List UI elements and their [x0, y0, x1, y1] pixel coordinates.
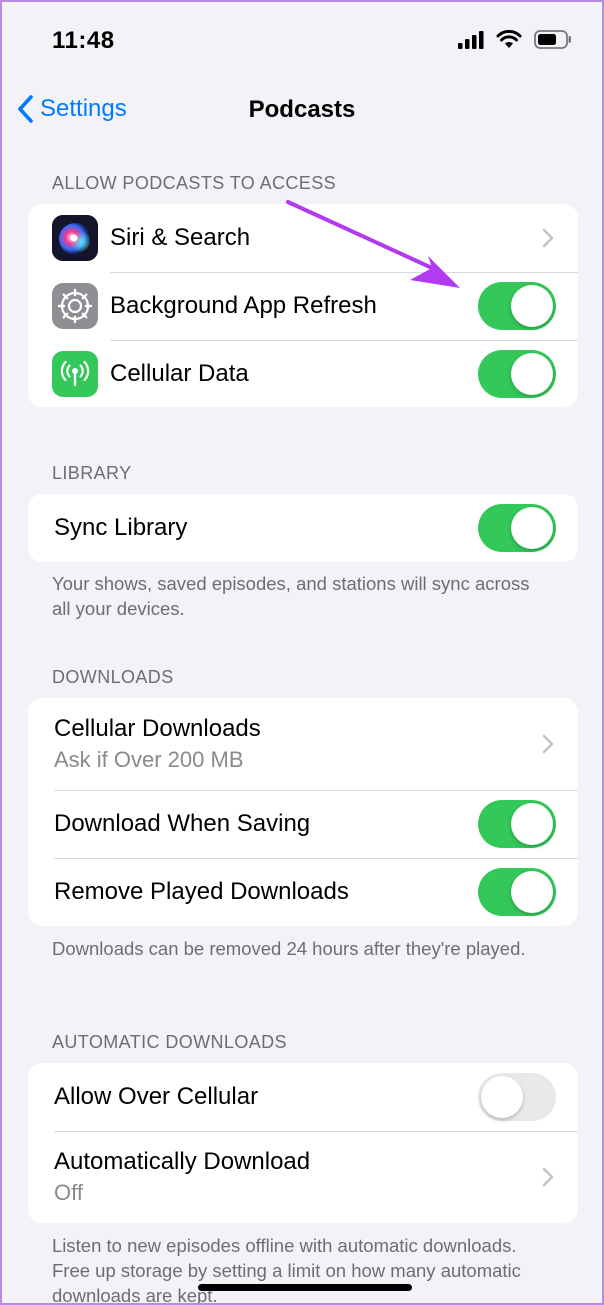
cellular-downloads-text: Cellular Downloads Ask if Over 200 MB	[54, 715, 261, 773]
sync-library-row: Sync Library	[28, 494, 578, 562]
cellular-data-row: Cellular Data	[28, 340, 578, 407]
section-header-automatic-downloads: AUTOMATIC DOWNLOADS	[52, 1032, 287, 1052]
battery-icon	[534, 30, 571, 49]
background-app-refresh-toggle[interactable]	[478, 282, 556, 330]
downloads-group: Cellular Downloads Ask if Over 200 MB Do…	[28, 698, 578, 926]
allow-over-cellular-label: Allow Over Cellular	[54, 1083, 259, 1110]
chevron-right-icon	[542, 1167, 554, 1187]
background-app-refresh-label: Background App Refresh	[110, 292, 377, 319]
automatically-download-text: Automatically Download Off	[54, 1148, 310, 1206]
page-title: Podcasts	[248, 96, 356, 123]
siri-search-label: Siri & Search	[110, 224, 251, 251]
navigation-bar: Settings Podcasts	[2, 82, 602, 138]
sync-library-label: Sync Library	[54, 514, 188, 541]
antenna-icon	[52, 350, 98, 397]
cellular-data-toggle[interactable]	[478, 349, 556, 398]
download-when-saving-row: Download When Saving	[28, 790, 578, 858]
status-time: 11:48	[52, 27, 115, 54]
annotation-arrow-icon	[286, 200, 460, 288]
sync-library-toggle[interactable]	[478, 504, 556, 552]
section-header-library: LIBRARY	[52, 463, 132, 483]
remove-played-downloads-toggle[interactable]	[478, 868, 556, 916]
cellular-signal-icon	[458, 30, 484, 49]
status-bar: 11:48	[2, 2, 602, 82]
cellular-downloads-row[interactable]: Cellular Downloads Ask if Over 200 MB	[28, 698, 578, 790]
status-icons	[458, 30, 572, 49]
downloads-footer-note: Downloads can be removed 24 hours after …	[52, 938, 526, 959]
cellular-downloads-label: Cellular Downloads	[54, 715, 261, 742]
remove-played-downloads-label: Remove Played Downloads	[54, 878, 349, 905]
automatically-download-label: Automatically Download	[54, 1148, 311, 1175]
section-header-access: ALLOW PODCASTS TO ACCESS	[52, 173, 337, 193]
library-group: Sync Library	[28, 494, 578, 562]
cellular-data-label: Cellular Data	[110, 359, 249, 387]
download-when-saving-label: Download When Saving	[54, 810, 311, 837]
allow-over-cellular-row: Allow Over Cellular	[28, 1063, 578, 1131]
automatically-download-value: Off	[54, 1180, 83, 1205]
remove-played-downloads-text: Remove Played Downloads	[54, 878, 349, 906]
cellular-downloads-value: Ask if Over 200 MB	[54, 747, 244, 772]
podcasts-settings-screen: 11:48 Settings Podcasts ALLOW PODCASTS T…	[0, 0, 604, 1305]
section-header-downloads: DOWNLOADS	[52, 667, 174, 687]
automatically-download-row[interactable]: Automatically Download Off	[28, 1131, 578, 1223]
download-when-saving-toggle[interactable]	[478, 800, 556, 848]
chevron-right-icon	[542, 228, 554, 248]
wifi-icon	[496, 30, 522, 48]
remove-played-downloads-row: Remove Played Downloads	[28, 858, 578, 926]
automatic-downloads-footer-note: Listen to new episodes offline with auto…	[52, 1235, 521, 1305]
sync-library-text: Sync Library	[54, 514, 187, 542]
automatic-downloads-group: Allow Over Cellular Automatically Downlo…	[28, 1063, 578, 1223]
home-indicator	[198, 1284, 412, 1291]
allow-over-cellular-text: Allow Over Cellular	[54, 1083, 258, 1111]
allow-over-cellular-toggle[interactable]	[478, 1073, 556, 1121]
download-when-saving-text: Download When Saving	[54, 810, 310, 838]
library-footer-note: Your shows, saved episodes, and stations…	[52, 573, 530, 619]
siri-icon	[52, 215, 98, 261]
chevron-right-icon	[542, 734, 554, 754]
gear-icon	[52, 283, 98, 329]
